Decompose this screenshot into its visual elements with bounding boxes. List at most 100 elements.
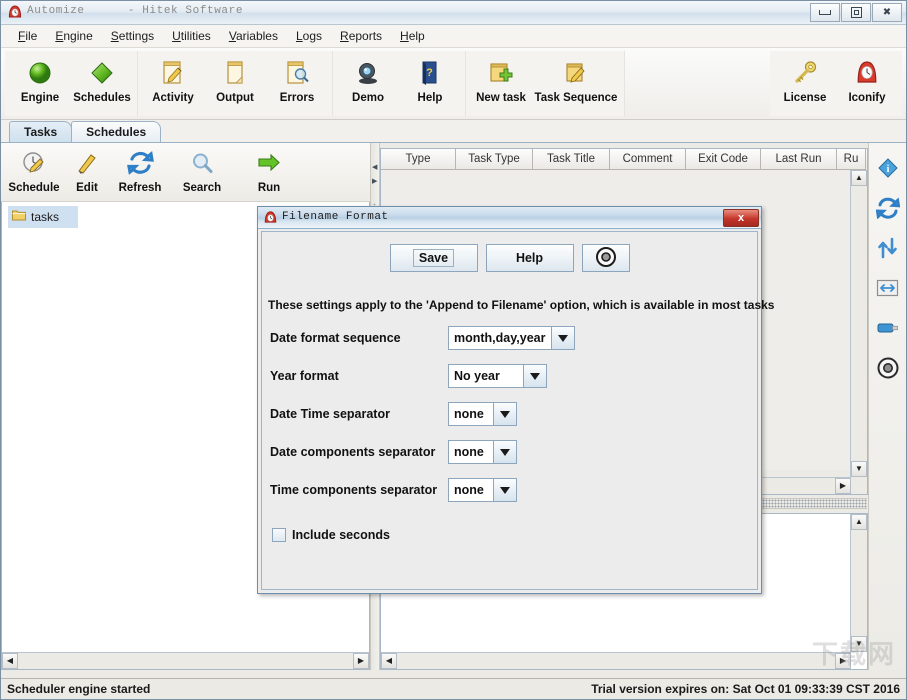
menu-utilities[interactable]: Utilities bbox=[163, 27, 220, 45]
tree-hscrollbar[interactable]: ◀ ▶ bbox=[2, 652, 369, 669]
help-button[interactable]: Help bbox=[485, 244, 574, 272]
chevron-down-icon[interactable] bbox=[493, 402, 517, 426]
folder-icon bbox=[12, 208, 26, 226]
save-button-label: Save bbox=[412, 249, 455, 267]
menu-file[interactable]: File bbox=[9, 27, 46, 45]
status-left-text: Scheduler engine started bbox=[7, 682, 151, 696]
tab-tasks[interactable]: Tasks bbox=[9, 121, 73, 142]
combo-value: No year bbox=[448, 364, 523, 388]
field-label: Date Time separator bbox=[270, 407, 390, 421]
dialog-close-button[interactable]: x bbox=[723, 209, 759, 227]
field-year-format: Year format No year bbox=[270, 364, 757, 388]
tree-scroll-right-arrow[interactable]: ▶ bbox=[353, 653, 369, 669]
log-scroll-left-arrow[interactable]: ◀ bbox=[381, 653, 397, 669]
minimize-button[interactable] bbox=[810, 3, 840, 22]
field-time-components-separator: Time components separator none bbox=[270, 478, 757, 502]
include-seconds-checkbox[interactable] bbox=[272, 528, 286, 542]
tasks-refresh-button[interactable]: Refresh bbox=[109, 143, 171, 201]
clipboard-magnifier-icon bbox=[284, 57, 310, 89]
splitter-collapse-left-arrow[interactable]: ◀ bbox=[372, 163, 377, 171]
chevron-down-icon[interactable] bbox=[523, 364, 547, 388]
tasks-run-button[interactable]: Run bbox=[243, 143, 295, 201]
toolbar-task-sequence-label: Task Sequence bbox=[534, 92, 618, 104]
time-components-separator-combo[interactable]: none bbox=[448, 478, 517, 502]
column-header-task-type[interactable]: Task Type bbox=[456, 149, 533, 170]
info-icon[interactable]: i bbox=[875, 155, 901, 181]
tasks-search-button[interactable]: Search bbox=[171, 143, 233, 201]
date-time-separator-combo[interactable]: none bbox=[448, 402, 517, 426]
toolbar-schedules-button[interactable]: Schedules bbox=[71, 53, 133, 104]
key-icon bbox=[790, 57, 820, 89]
menu-reports[interactable]: Reports bbox=[331, 27, 391, 45]
column-header-exit-code[interactable]: Exit Code bbox=[686, 149, 761, 170]
log-hscrollbar[interactable]: ◀ ▶ bbox=[381, 652, 851, 669]
field-date-components-separator: Date components separator none bbox=[270, 440, 757, 464]
toolbar-new-task-button[interactable]: New task bbox=[470, 53, 532, 104]
toolbar-license-button[interactable]: License bbox=[774, 53, 836, 104]
field-label: Year format bbox=[270, 369, 339, 383]
toolbar-demo-button[interactable]: Demo bbox=[337, 53, 399, 104]
tasks-edit-button[interactable]: Edit bbox=[65, 143, 109, 201]
column-header-comment[interactable]: Comment bbox=[610, 149, 686, 170]
menu-variables[interactable]: Variables bbox=[220, 27, 287, 45]
column-header-last-run[interactable]: Last Run bbox=[761, 149, 837, 170]
tree-item-tasks[interactable]: tasks bbox=[8, 206, 78, 228]
column-header-run[interactable]: Ru bbox=[837, 149, 866, 170]
status-right-text: Trial version expires on: Sat Oct 01 09:… bbox=[591, 682, 900, 696]
toolbar-output-button[interactable]: Output bbox=[204, 53, 266, 104]
chevron-down-icon[interactable] bbox=[551, 326, 575, 350]
menu-help[interactable]: Help bbox=[391, 27, 434, 45]
log-vscrollbar[interactable]: ▲ ▼ bbox=[850, 514, 867, 652]
close-button[interactable]: ✖ bbox=[872, 3, 902, 22]
task-table-vscrollbar[interactable]: ▲ ▼ bbox=[850, 170, 867, 477]
toolbar-help-button[interactable]: ? Help bbox=[399, 53, 461, 104]
log-scroll-up-arrow[interactable]: ▲ bbox=[851, 514, 867, 530]
automize-clock-icon bbox=[853, 57, 881, 89]
column-header-task-title[interactable]: Task Title bbox=[533, 149, 610, 170]
menu-file-rest: ile bbox=[25, 29, 38, 43]
date-components-separator-combo[interactable]: none bbox=[448, 440, 517, 464]
menu-engine[interactable]: Engine bbox=[46, 27, 101, 45]
save-button[interactable]: Save bbox=[389, 244, 478, 272]
date-format-sequence-combo[interactable]: month,day,year bbox=[448, 326, 575, 350]
maximize-button[interactable] bbox=[841, 3, 871, 22]
table-scroll-up-arrow[interactable]: ▲ bbox=[851, 170, 867, 186]
toolbar-schedules-label: Schedules bbox=[73, 92, 131, 104]
tab-schedules[interactable]: Schedules bbox=[71, 121, 162, 142]
toolbar-task-sequence-button[interactable]: Task Sequence bbox=[532, 53, 620, 104]
toolbar-demo-label: Demo bbox=[352, 92, 384, 104]
dialog-titlebar: Filename Format x bbox=[258, 207, 761, 229]
log-scroll-down-arrow[interactable]: ▼ bbox=[851, 636, 867, 652]
splitter-collapse-right-arrow[interactable]: ▶ bbox=[372, 177, 377, 185]
column-header-type[interactable]: Type bbox=[381, 149, 456, 170]
sort-icon[interactable] bbox=[875, 235, 901, 261]
window-controls: ✖ bbox=[810, 3, 902, 22]
tasks-schedule-button[interactable]: Schedule bbox=[3, 143, 65, 201]
usb-drive-icon[interactable] bbox=[875, 315, 901, 341]
target-icon-button[interactable] bbox=[581, 244, 630, 272]
toolbar-activity-button[interactable]: Activity bbox=[142, 53, 204, 104]
field-date-time-separator: Date Time separator none bbox=[270, 402, 757, 426]
menu-logs[interactable]: Logs bbox=[287, 27, 331, 45]
fit-width-icon[interactable] bbox=[875, 275, 901, 301]
table-scroll-down-arrow[interactable]: ▼ bbox=[851, 461, 867, 477]
chevron-down-icon[interactable] bbox=[493, 440, 517, 464]
year-format-combo[interactable]: No year bbox=[448, 364, 547, 388]
toolbar-engine-button[interactable]: Engine bbox=[9, 53, 71, 104]
green-sphere-icon bbox=[27, 57, 53, 89]
table-scroll-right-arrow[interactable]: ▶ bbox=[835, 478, 851, 494]
field-label: Date format sequence bbox=[270, 331, 401, 345]
toolbar-iconify-button[interactable]: Iconify bbox=[836, 53, 898, 104]
chevron-down-icon[interactable] bbox=[493, 478, 517, 502]
refresh-icon[interactable] bbox=[875, 195, 901, 221]
target-icon[interactable] bbox=[875, 355, 901, 381]
include-seconds-row[interactable]: Include seconds bbox=[272, 528, 757, 542]
toolbar-errors-button[interactable]: Errors bbox=[266, 53, 328, 104]
field-label: Date components separator bbox=[270, 445, 436, 459]
log-scroll-right-arrow[interactable]: ▶ bbox=[835, 653, 851, 669]
tree-scroll-left-arrow[interactable]: ◀ bbox=[2, 653, 18, 669]
menu-settings[interactable]: Settings bbox=[102, 27, 163, 45]
toolbar-help-label: Help bbox=[417, 92, 443, 104]
tab-schedules-label: Schedules bbox=[86, 125, 147, 139]
combo-value: none bbox=[448, 440, 493, 464]
